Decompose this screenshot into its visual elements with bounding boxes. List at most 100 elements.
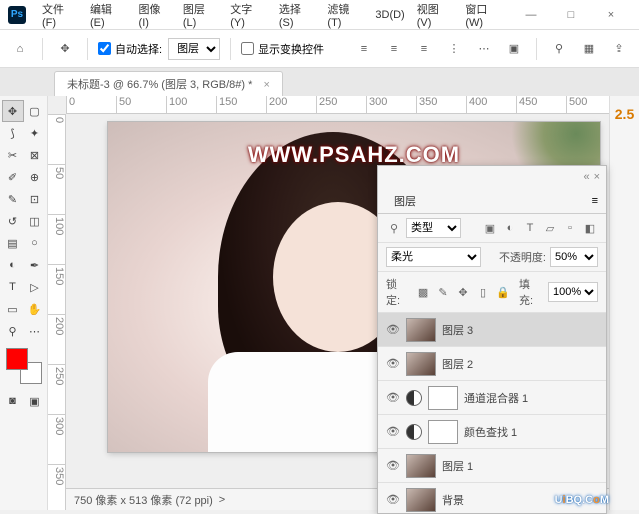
blur-tool[interactable]: ○ [24, 232, 46, 254]
move-tool-icon[interactable]: ✥ [53, 37, 77, 61]
hand-tool[interactable]: ✋ [24, 298, 46, 320]
lock-pixels-icon[interactable]: ▩ [415, 284, 431, 300]
filter-adjust-icon[interactable]: ◐ [502, 220, 518, 236]
window-maximize[interactable]: □ [551, 0, 591, 30]
layer-thumbnail[interactable] [406, 318, 436, 342]
color-swatch[interactable] [6, 348, 42, 384]
lock-artboard-icon[interactable]: ▯ [475, 284, 491, 300]
layer-name[interactable]: 图层 1 [442, 458, 473, 474]
search-icon[interactable]: ⚲ [547, 37, 571, 61]
path-tool[interactable]: ▷ [24, 276, 46, 298]
window-close[interactable]: × [591, 0, 631, 30]
menu-layer[interactable]: 图层(L) [177, 1, 224, 29]
type-tool[interactable]: T [2, 276, 24, 298]
menu-file[interactable]: 文件(F) [36, 1, 84, 29]
frame-tool[interactable]: ⊠ [24, 144, 46, 166]
layer-name[interactable]: 通道混合器 1 [464, 390, 528, 406]
visibility-icon[interactable]: 👁 [386, 391, 400, 404]
layer-name[interactable]: 颜色查找 1 [464, 424, 517, 440]
brush-tool[interactable]: ✎ [2, 188, 24, 210]
layer-thumbnail[interactable] [406, 352, 436, 376]
filter-type-icon[interactable]: T [522, 220, 538, 236]
visibility-icon[interactable]: 👁 [386, 357, 400, 370]
marquee-tool[interactable]: ▢ [24, 100, 46, 122]
dodge-tool[interactable]: ◐ [2, 254, 24, 276]
menu-text[interactable]: 文字(Y) [224, 1, 273, 29]
fill-select[interactable]: 100% [548, 282, 598, 302]
layer-row[interactable]: 👁 图层 3 [378, 313, 606, 347]
3d-icon[interactable]: ▣ [502, 37, 526, 61]
showtransform-input[interactable] [241, 42, 254, 55]
pen-tool[interactable]: ✒ [24, 254, 46, 276]
crop-tool[interactable]: ✂ [2, 144, 24, 166]
filter-image-icon[interactable]: ▣ [482, 220, 498, 236]
layer-row[interactable]: 👁 图层 2 [378, 347, 606, 381]
tab-close-icon[interactable]: × [263, 79, 269, 91]
move-tool[interactable]: ✥ [2, 100, 24, 122]
opacity-select[interactable]: 50% [550, 247, 598, 267]
menu-view[interactable]: 视图(V) [411, 1, 460, 29]
layer-name[interactable]: 背景 [442, 492, 464, 508]
layer-row[interactable]: 👁 通道混合器 1 [378, 381, 606, 415]
layer-name[interactable]: 图层 3 [442, 322, 473, 338]
lasso-tool[interactable]: ⟆ [2, 122, 24, 144]
menu-image[interactable]: 图像(I) [133, 1, 177, 29]
menu-select[interactable]: 选择(S) [273, 1, 322, 29]
align-icon[interactable]: ≡ [352, 37, 376, 61]
layer-thumbnail[interactable] [428, 386, 458, 410]
menu-filter[interactable]: 滤镜(T) [321, 1, 369, 29]
close-panel-icon[interactable]: × [594, 171, 600, 183]
autoselect-input[interactable] [98, 42, 111, 55]
quickmask-tool[interactable]: ◙ [2, 390, 24, 412]
collapse-icon[interactable]: « [583, 171, 589, 183]
menu-edit[interactable]: 编辑(E) [84, 1, 133, 29]
share-icon[interactable]: ⇪ [607, 37, 631, 61]
showtransform-checkbox[interactable]: 显示变换控件 [241, 41, 324, 57]
tab-layers[interactable]: 图层 [386, 191, 424, 211]
filter-smart-icon[interactable]: ▫ [562, 220, 578, 236]
layer-row[interactable]: 👁 颜色查找 1 [378, 415, 606, 449]
stamp-tool[interactable]: ⊡ [24, 188, 46, 210]
foreground-color[interactable] [6, 348, 28, 370]
history-brush-tool[interactable]: ↺ [2, 210, 24, 232]
search-icon[interactable]: ⚲ [386, 220, 402, 236]
heal-tool[interactable]: ⊕ [24, 166, 46, 188]
home-icon[interactable]: ⌂ [8, 37, 32, 61]
visibility-icon[interactable]: 👁 [386, 493, 400, 506]
status-arrow-icon[interactable]: > [219, 494, 225, 506]
eyedropper-tool[interactable]: ✐ [2, 166, 24, 188]
shape-tool[interactable]: ▭ [2, 298, 24, 320]
layer-row[interactable]: 👁 图层 1 [378, 449, 606, 483]
filter-toggle-icon[interactable]: ◧ [582, 220, 598, 236]
visibility-icon[interactable]: 👁 [386, 425, 400, 438]
visibility-icon[interactable]: 👁 [386, 323, 400, 336]
layer-thumbnail[interactable] [428, 420, 458, 444]
document-tab[interactable]: 未标题-3 @ 66.7% (图层 3, RGB/8#) * × [54, 71, 283, 96]
lock-position-icon[interactable]: ✥ [455, 284, 471, 300]
eraser-tool[interactable]: ◫ [24, 210, 46, 232]
zoom-tool[interactable]: ⚲ [2, 320, 24, 342]
more-icon[interactable]: ⋯ [472, 37, 496, 61]
menu-window[interactable]: 窗口(W) [459, 1, 511, 29]
gradient-tool[interactable]: ▤ [2, 232, 24, 254]
lock-all-icon[interactable]: 🔒 [495, 284, 511, 300]
layer-name[interactable]: 图层 2 [442, 356, 473, 372]
distribute-icon[interactable]: ⋮ [442, 37, 466, 61]
autoselect-checkbox[interactable]: 自动选择: [98, 41, 162, 57]
layer-thumbnail[interactable] [406, 488, 436, 512]
workspace-icon[interactable]: ▦ [577, 37, 601, 61]
layer-thumbnail[interactable] [406, 454, 436, 478]
lock-brush-icon[interactable]: ✎ [435, 284, 451, 300]
panel-menu-icon[interactable]: ≡ [592, 195, 598, 207]
wand-tool[interactable]: ✦ [24, 122, 46, 144]
align-icon[interactable]: ≡ [382, 37, 406, 61]
filter-kind-select[interactable]: 类型 [406, 218, 461, 238]
blend-mode-select[interactable]: 柔光 [386, 247, 481, 267]
edit-toolbar[interactable]: ⋯ [24, 320, 46, 342]
window-minimize[interactable]: — [511, 0, 551, 30]
screenmode-tool[interactable]: ▣ [24, 390, 46, 412]
autoselect-target[interactable]: 图层 [168, 38, 220, 60]
menu-3d[interactable]: 3D(D) [369, 9, 410, 21]
filter-shape-icon[interactable]: ▱ [542, 220, 558, 236]
visibility-icon[interactable]: 👁 [386, 459, 400, 472]
